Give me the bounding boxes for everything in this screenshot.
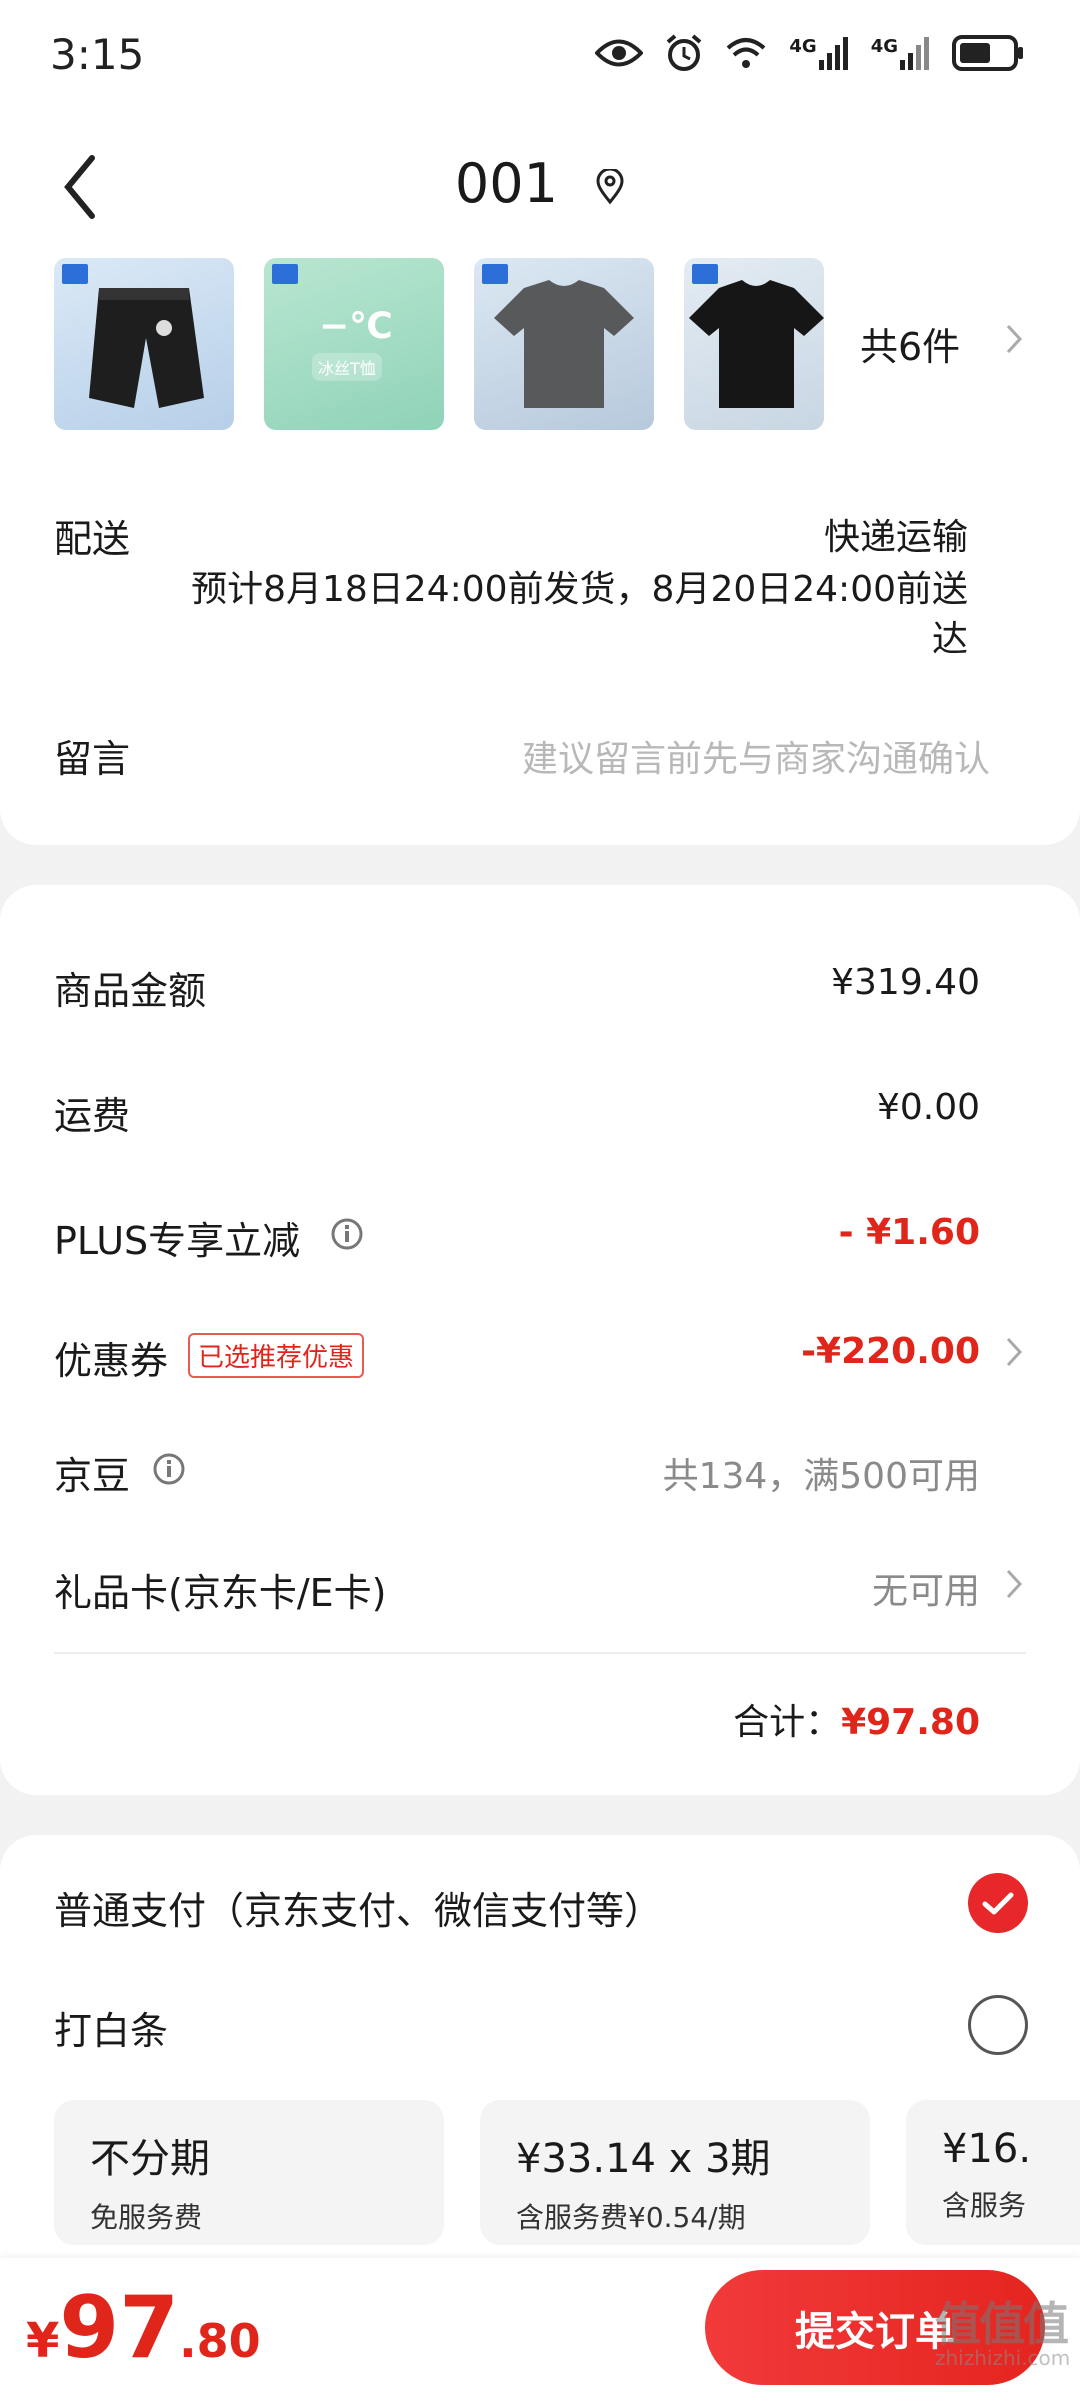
watermark-url: zhizhizhi.com [935, 2346, 1071, 2370]
brand-logo [62, 264, 88, 284]
note-label: 留言 [54, 737, 131, 781]
info-icon[interactable] [330, 1217, 364, 1251]
delivery-label: 配送 [54, 517, 131, 561]
wifi-icon [727, 38, 766, 68]
status-icons: 4G 4G [595, 34, 1024, 72]
thumb-label: 冰丝T恤 [312, 353, 382, 381]
baitiao-label[interactable]: 打白条 [54, 2000, 168, 2055]
giftcard-value[interactable]: 无可用 [872, 1562, 980, 1614]
goods-amount-label: 商品金额 [54, 969, 207, 1013]
page-header: 001 [0, 110, 1080, 250]
coupon-recommended-tag: 已选推荐优惠 [188, 1333, 365, 1378]
signal-4g-icon: 4G [871, 36, 930, 70]
bottom-checkout-bar: ¥97.80 提交订单 值值值 zhizhizhi.com [0, 2258, 1080, 2400]
brand-logo [272, 264, 298, 284]
signal-4g-icon: 4G [789, 36, 848, 70]
plan-subtitle: 含服务费¥0.54/期 [516, 2201, 746, 2234]
price-integer: 97 [59, 2278, 180, 2378]
address-selector[interactable]: 001 [0, 152, 1080, 215]
divider [54, 1652, 1026, 1654]
address-label: 001 [454, 152, 558, 215]
network-label: 4G [789, 36, 817, 57]
coupon-label: 优惠券 [54, 1339, 169, 1383]
coupon-value[interactable]: -¥220.00 [801, 1331, 980, 1372]
price-decimal: .80 [179, 2314, 261, 2368]
shipping-label: 运费 [54, 1094, 131, 1138]
plan-subtitle: 含服务 [942, 2189, 1027, 2222]
jingdou-label: 京豆 [54, 1454, 131, 1498]
note-input[interactable]: 建议留言前先与商家沟通确认 [522, 730, 990, 782]
delivery-method[interactable]: 快递运输 [824, 508, 968, 560]
installment-plan-option[interactable]: ¥16. 含服务 [906, 2100, 1080, 2245]
cool-temp-mark: −℃ [319, 306, 393, 347]
goods-amount-value: ¥319.40 [831, 962, 980, 1003]
order-info-card: −℃ 冰丝T恤 共6件 配送 快递运输 预计8月18日24:00前发货，8月20… [0, 250, 1080, 845]
checkmark-icon [982, 1892, 1014, 1915]
normal-payment-label[interactable]: 普通支付（京东支付、微信支付等） [54, 1880, 662, 1935]
total-label: 合计： [733, 1702, 842, 1743]
product-thumbnails[interactable]: −℃ 冰丝T恤 [54, 258, 824, 430]
jingdou-value: 共134，满500可用 [662, 1456, 980, 1497]
chevron-right-icon[interactable] [1004, 1567, 1024, 1601]
normal-payment-radio[interactable] [968, 1873, 1028, 1933]
plan-title: ¥16. [942, 2126, 1032, 2172]
shipping-value: ¥0.00 [876, 1087, 980, 1128]
bottom-total-price: ¥97.80 [26, 2278, 261, 2378]
alarm-icon [667, 34, 702, 71]
plus-discount-value: - ¥1.60 [838, 1212, 980, 1253]
product-thumb-icesilk[interactable]: −℃ 冰丝T恤 [264, 258, 444, 430]
price-summary-card: 商品金额 ¥319.40 运费 ¥0.00 PLUS专享立减 - ¥1.60 优… [0, 885, 1080, 1795]
network-label: 4G [870, 36, 898, 57]
location-pin-icon [596, 169, 624, 205]
plus-discount-label: PLUS专享立减 [54, 1219, 301, 1263]
product-count[interactable]: 共6件 [860, 316, 960, 371]
installment-plan-option[interactable]: 不分期 免服务费 [54, 2100, 444, 2245]
battery-icon [952, 35, 1023, 71]
product-thumb-gray-tee[interactable] [474, 258, 654, 430]
chevron-right-icon[interactable] [1004, 1335, 1024, 1369]
plan-title: ¥33.14 x 3期 [516, 2136, 771, 2182]
giftcard-label: 礼品卡(京东卡/E卡) [54, 1571, 387, 1615]
total-value: ¥97.80 [841, 1702, 980, 1743]
installment-plan-option[interactable]: ¥33.14 x 3期 含服务费¥0.54/期 [480, 2100, 870, 2245]
total-row: 合计：¥97.80 [733, 1693, 980, 1745]
watermark: 值值值 [935, 2297, 1069, 2351]
plan-subtitle: 免服务费 [90, 2201, 203, 2234]
product-thumb-black-tee[interactable] [684, 258, 824, 430]
eye-icon [595, 39, 644, 67]
chevron-right-icon[interactable] [1004, 322, 1024, 356]
installment-plans: 不分期 免服务费 ¥33.14 x 3期 含服务费¥0.54/期 ¥16. 含服… [54, 2100, 1080, 2245]
status-bar: 3:15 4G 4G [0, 0, 1080, 110]
plan-title: 不分期 [90, 2136, 210, 2182]
status-time: 3:15 [50, 30, 145, 79]
baitiao-radio[interactable] [968, 1995, 1028, 2055]
info-icon[interactable] [152, 1452, 186, 1486]
brand-logo [692, 264, 718, 284]
delivery-estimate: 预计8月18日24:00前发货，8月20日24:00前送达 [191, 569, 968, 660]
price-currency: ¥ [26, 2313, 60, 2369]
product-thumb-shorts[interactable] [54, 258, 234, 430]
brand-logo [482, 264, 508, 284]
